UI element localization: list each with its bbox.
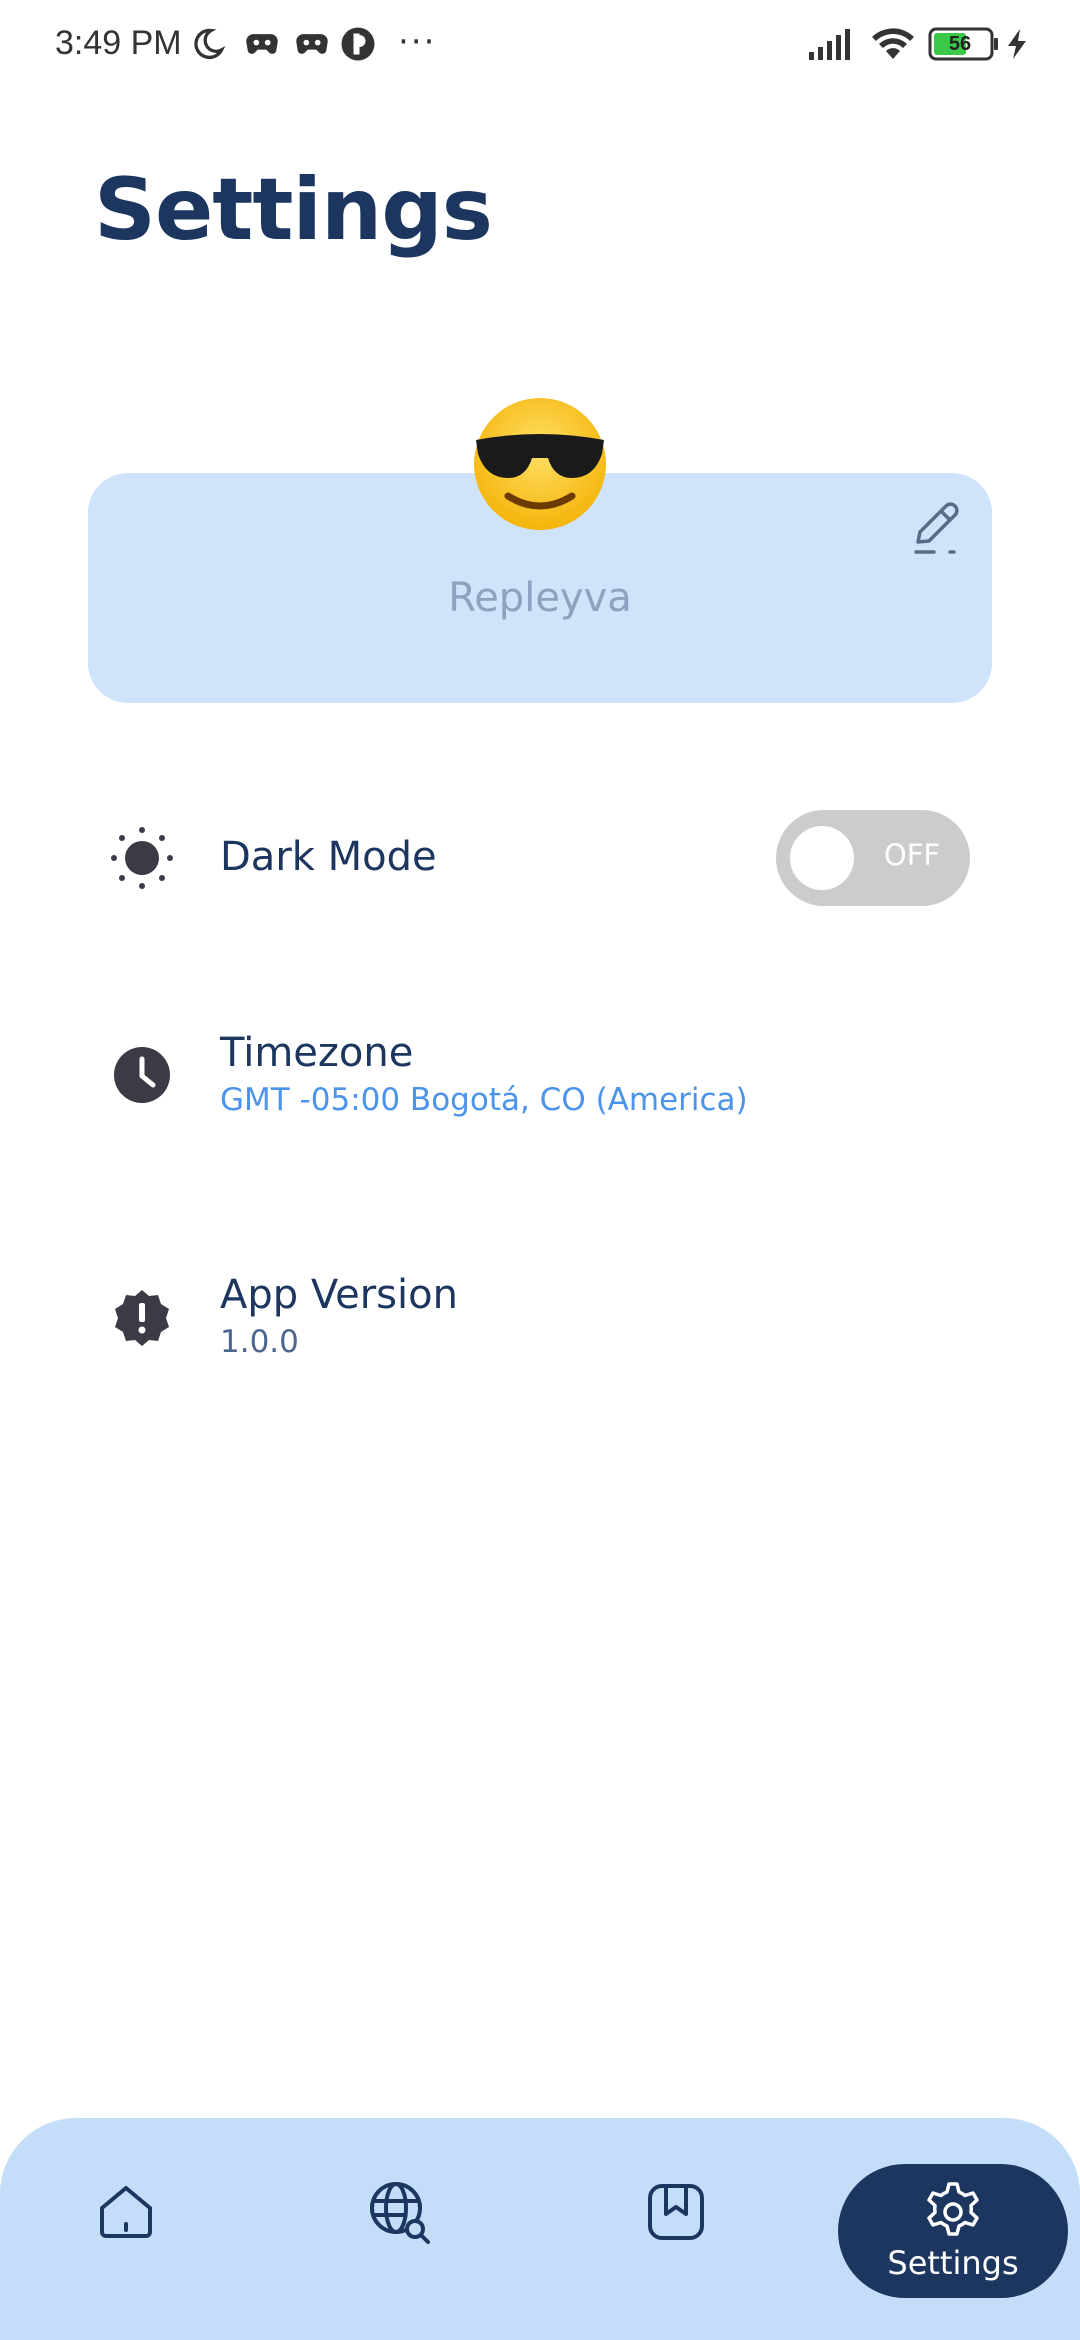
battery-level: 56	[948, 32, 972, 55]
game-controller-icon	[240, 22, 284, 66]
home-icon	[100, 2186, 152, 2238]
pencil-icon	[914, 502, 959, 554]
dark-mode-toggle[interactable]: OFF	[776, 810, 970, 906]
globe-search-icon	[370, 2182, 430, 2244]
nav-home[interactable]	[66, 2164, 186, 2260]
page-title: Settings	[94, 160, 493, 260]
app-icon	[336, 22, 380, 66]
clock-icon	[112, 1045, 176, 1109]
timezone-label: Timezone	[220, 1030, 414, 1076]
status-bar: 3:49 PM ··· 56	[0, 0, 1080, 96]
game-controller-icon	[290, 22, 334, 66]
nav-explore[interactable]	[340, 2164, 460, 2260]
alert-badge-icon	[112, 1288, 176, 1352]
dark-mode-label: Dark Mode	[220, 834, 437, 880]
gear-icon	[927, 2182, 979, 2236]
toggle-knob	[790, 826, 854, 890]
avatar[interactable]	[468, 392, 612, 536]
signal-icon	[806, 22, 856, 66]
app-version-label: App Version	[220, 1272, 458, 1318]
more-dots-icon: ···	[398, 22, 437, 62]
app-version-row: App Version 1.0.0	[220, 1272, 458, 1360]
toggle-state: OFF	[883, 838, 941, 872]
app-version-value: 1.0.0	[220, 1324, 299, 1360]
nav-settings[interactable]: Settings	[838, 2164, 1068, 2298]
sun-icon	[110, 826, 174, 890]
battery-icon: 56	[928, 22, 1000, 66]
timezone-row[interactable]: Timezone GMT -05:00 Bogotá, CO (America)	[220, 1030, 748, 1118]
moon-icon	[186, 22, 230, 66]
wifi-icon	[868, 22, 918, 66]
timezone-value: GMT -05:00 Bogotá, CO (America)	[220, 1082, 748, 1118]
charging-icon	[1002, 22, 1032, 66]
bookmark-icon	[648, 2184, 704, 2240]
nav-settings-label: Settings	[887, 2244, 1019, 2282]
edit-profile-button[interactable]	[908, 498, 966, 558]
status-time: 3:49 PM	[55, 24, 182, 62]
nav-saved[interactable]	[616, 2164, 736, 2260]
profile-name: Repleyva	[448, 575, 632, 621]
